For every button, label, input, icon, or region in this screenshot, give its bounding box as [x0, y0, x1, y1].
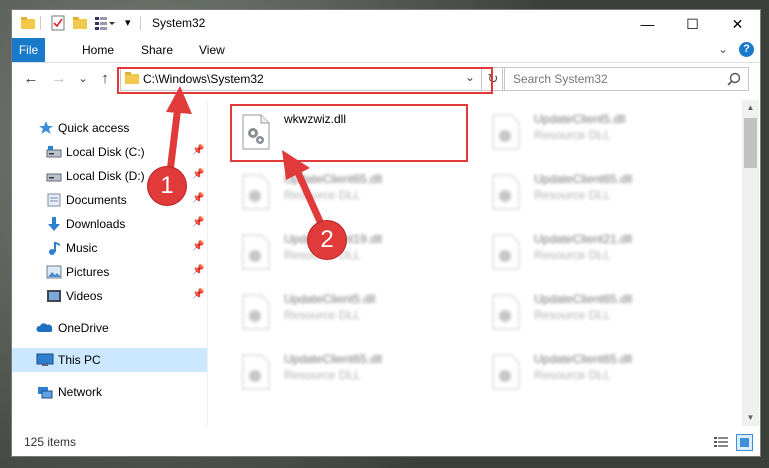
annotation-arrows	[166, 86, 326, 230]
arrow-2	[282, 150, 326, 230]
arrow-1	[166, 86, 192, 176]
step-2-badge: 2	[308, 221, 346, 259]
step-1-badge: 1	[148, 167, 186, 205]
